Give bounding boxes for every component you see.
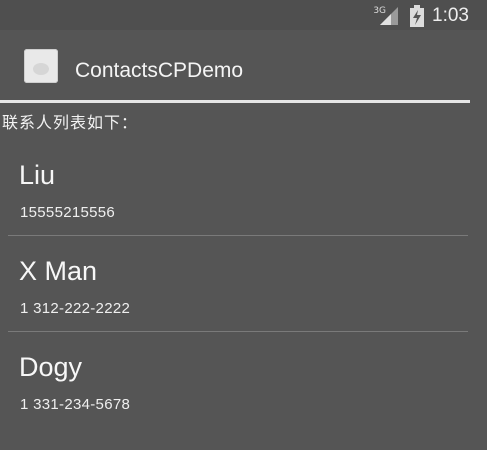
contact-phone: 15555215556: [20, 204, 116, 221]
status-bar: 3G 1:03: [0, 0, 487, 30]
action-bar-divider: [0, 100, 470, 103]
contact-phone: 1 312-222-2222: [20, 300, 131, 317]
list-item[interactable]: Liu 15555215556: [0, 140, 487, 236]
status-time: 1:03: [432, 5, 469, 26]
list-header: 联系人列表如下：: [2, 113, 139, 132]
list-item[interactable]: Dogy 1 331-234-5678: [0, 332, 487, 428]
contact-name: Liu: [19, 160, 56, 190]
contact-list: Liu 15555215556 X Man 1 312-222-2222 Dog…: [0, 140, 487, 428]
app-title: ContactsCPDemo: [75, 59, 244, 82]
action-bar: ContactsCPDemo: [0, 30, 487, 100]
contact-name: X Man: [19, 256, 98, 286]
contact-name: Dogy: [19, 352, 83, 382]
status-icons: 3G 1:03: [373, 3, 469, 29]
list-item[interactable]: X Man 1 312-222-2222: [0, 236, 487, 332]
battery-charging-icon: [410, 5, 425, 27]
network-type-label: 3G: [373, 6, 387, 16]
app-launcher-icon[interactable]: [24, 49, 58, 83]
contact-phone: 1 331-234-5678: [20, 396, 131, 413]
